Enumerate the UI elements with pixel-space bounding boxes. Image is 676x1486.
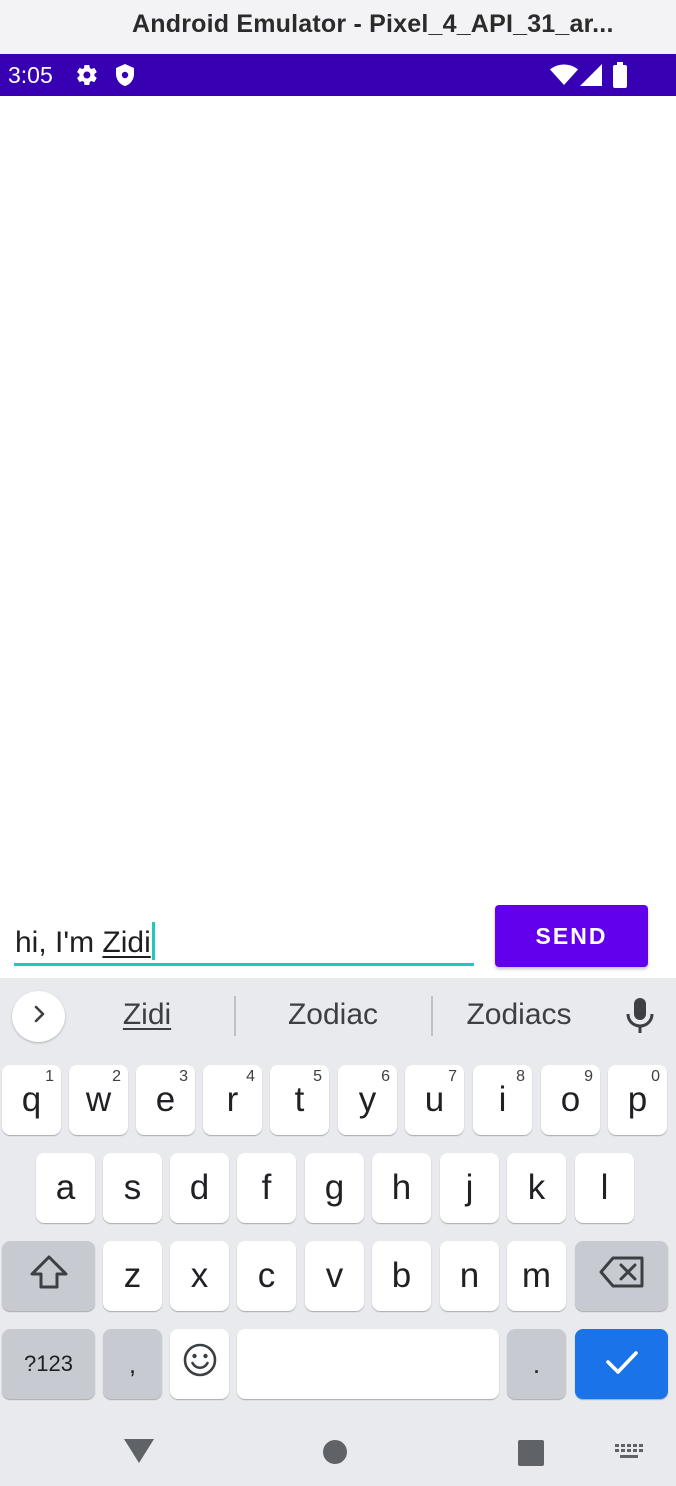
key-o[interactable]: o9 (541, 1065, 600, 1135)
key-a[interactable]: a (36, 1153, 95, 1223)
back-icon[interactable] (124, 1439, 154, 1468)
key-e[interactable]: e3 (136, 1065, 195, 1135)
home-icon[interactable] (323, 1440, 347, 1469)
suggestion-2[interactable]: Zodiac (262, 998, 404, 1032)
send-button[interactable]: SEND (495, 905, 648, 967)
key-b[interactable]: b (372, 1241, 431, 1311)
wifi-icon (550, 64, 578, 91)
window-title: Android Emulator - Pixel_4_API_31_ar... (132, 10, 614, 38)
shift-key[interactable] (2, 1241, 95, 1311)
signal-icon (580, 64, 602, 91)
suggestion-3[interactable]: Zodiacs (452, 998, 586, 1032)
key-g[interactable]: g (305, 1153, 364, 1223)
status-time: 3:05 (8, 62, 53, 88)
key-m[interactable]: m (507, 1241, 566, 1311)
key-k[interactable]: k (507, 1153, 566, 1223)
backspace-icon (599, 1256, 645, 1297)
text-caret (151, 922, 155, 960)
symbols-key[interactable]: ?123 (2, 1329, 95, 1399)
suggestion-divider (431, 996, 433, 1036)
enter-key[interactable] (575, 1329, 668, 1399)
suggestion-1[interactable]: Zidi (96, 998, 198, 1032)
key-d[interactable]: d (170, 1153, 229, 1223)
backspace-key[interactable] (575, 1241, 668, 1311)
window-titlebar: Android Emulator - Pixel_4_API_31_ar... (0, 0, 676, 54)
key-j[interactable]: j (440, 1153, 499, 1223)
key-f[interactable]: f (237, 1153, 296, 1223)
status-bar: 3:05 (0, 54, 676, 96)
emoji-key[interactable] (170, 1329, 229, 1399)
microphone-icon[interactable] (626, 998, 654, 1039)
key-c[interactable]: c (237, 1241, 296, 1311)
key-p[interactable]: p0 (608, 1065, 667, 1135)
space-key[interactable] (237, 1329, 499, 1399)
period-key[interactable]: . (507, 1329, 566, 1399)
key-t[interactable]: t5 (270, 1065, 329, 1135)
emoji-icon (183, 1343, 217, 1386)
message-input-text: hi, I'm Zidi (15, 922, 155, 960)
key-x[interactable]: x (170, 1241, 229, 1311)
checkmark-icon (605, 1344, 639, 1384)
key-v[interactable]: v (305, 1241, 364, 1311)
key-h[interactable]: h (372, 1153, 431, 1223)
key-n[interactable]: n (440, 1241, 499, 1311)
key-l[interactable]: l (575, 1153, 634, 1223)
key-s[interactable]: s (103, 1153, 162, 1223)
key-u[interactable]: u7 (405, 1065, 464, 1135)
key-q[interactable]: q1 (2, 1065, 61, 1135)
key-i[interactable]: i8 (473, 1065, 532, 1135)
gear-icon (75, 63, 99, 92)
suggestions-expand-button[interactable] (12, 991, 65, 1042)
key-r[interactable]: r4 (203, 1065, 262, 1135)
key-w[interactable]: w2 (69, 1065, 128, 1135)
shield-icon (113, 63, 137, 92)
comma-key[interactable]: , (103, 1329, 162, 1399)
composing-word: Zidi (102, 926, 151, 959)
chevron-right-icon (29, 1004, 49, 1029)
recents-icon[interactable] (518, 1440, 544, 1471)
key-z[interactable]: z (103, 1241, 162, 1311)
suggestion-divider (234, 996, 236, 1036)
keyboard-switch-icon[interactable] (615, 1444, 643, 1467)
battery-icon (612, 62, 628, 93)
shift-icon (29, 1254, 69, 1299)
typed-text: hi, I'm (15, 926, 103, 959)
app-content (0, 96, 676, 978)
message-input[interactable]: hi, I'm Zidi (14, 914, 474, 966)
key-y[interactable]: y6 (338, 1065, 397, 1135)
navigation-bar (0, 1410, 676, 1486)
